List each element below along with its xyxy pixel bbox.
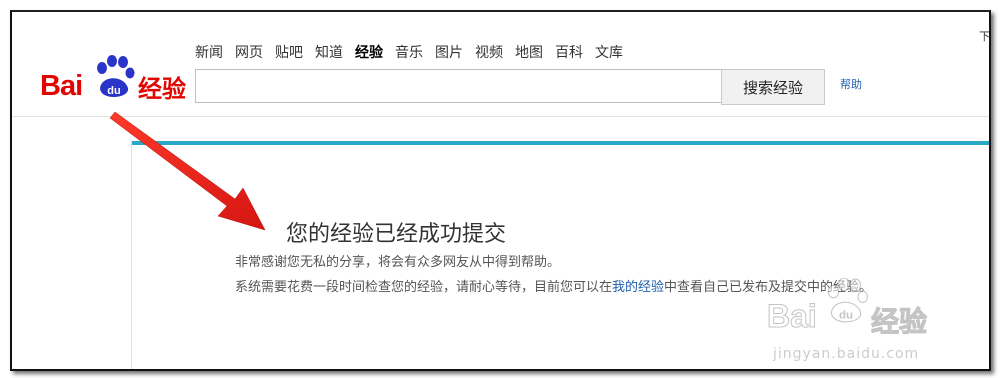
baidu-jingyan-watermark: Bai du 经验 jingyan.baidu.com <box>767 274 967 369</box>
nav-news[interactable]: 新闻 <box>195 42 223 64</box>
logo-du-text: du <box>107 85 120 97</box>
red-arrow-annotation-icon <box>109 111 266 231</box>
search-input[interactable] <box>195 69 722 103</box>
logo-jingyan-text: 经验 <box>138 75 186 103</box>
nav-baike[interactable]: 百科 <box>555 42 583 64</box>
my-jingyan-link[interactable]: 我的经验 <box>612 280 664 295</box>
watermark-url: jingyan.baidu.com <box>773 346 920 362</box>
watermark-du-text: du <box>839 310 853 322</box>
browser-frame: Bai du 经验 新闻 网页 贴吧 知道 经验 音乐 图片 视频 地图 百科 … <box>10 10 991 371</box>
paw-logo-icon: du <box>97 55 135 98</box>
watermark-jingyan-text: 经验 <box>870 305 928 339</box>
review-message-pre: 系统需要花费一段时间检查您的经验，请耐心等待，目前您可以在 <box>235 280 613 295</box>
nav-map[interactable]: 地图 <box>515 42 543 64</box>
nav-web[interactable]: 网页 <box>235 42 263 64</box>
nav-wenku[interactable]: 文库 <box>595 42 623 64</box>
success-title: 您的经验已经成功提交 <box>286 222 507 247</box>
nav-zhidao[interactable]: 知道 <box>315 42 343 64</box>
search-button[interactable]: 搜索经验 <box>721 69 825 105</box>
corner-menu-text[interactable]: 下 <box>979 28 989 44</box>
nav-tieba[interactable]: 贴吧 <box>275 42 303 64</box>
top-nav: 新闻 网页 贴吧 知道 经验 音乐 图片 视频 地图 百科 文库 <box>195 42 635 64</box>
thanks-message: 非常感谢您无私的分享，将会有众多网友从中得到帮助。 <box>235 255 561 270</box>
watermark-paw-icon: du <box>827 278 868 323</box>
nav-images[interactable]: 图片 <box>435 42 463 64</box>
nav-video[interactable]: 视频 <box>475 42 503 64</box>
nav-jingyan[interactable]: 经验 <box>355 42 383 64</box>
watermark-bai-text: Bai <box>767 298 818 335</box>
logo-bai-text: Bai <box>40 70 83 102</box>
help-link[interactable]: 帮助 <box>840 76 862 92</box>
baidu-jingyan-logo[interactable]: Bai du 经验 <box>40 50 190 110</box>
nav-music[interactable]: 音乐 <box>395 42 423 64</box>
